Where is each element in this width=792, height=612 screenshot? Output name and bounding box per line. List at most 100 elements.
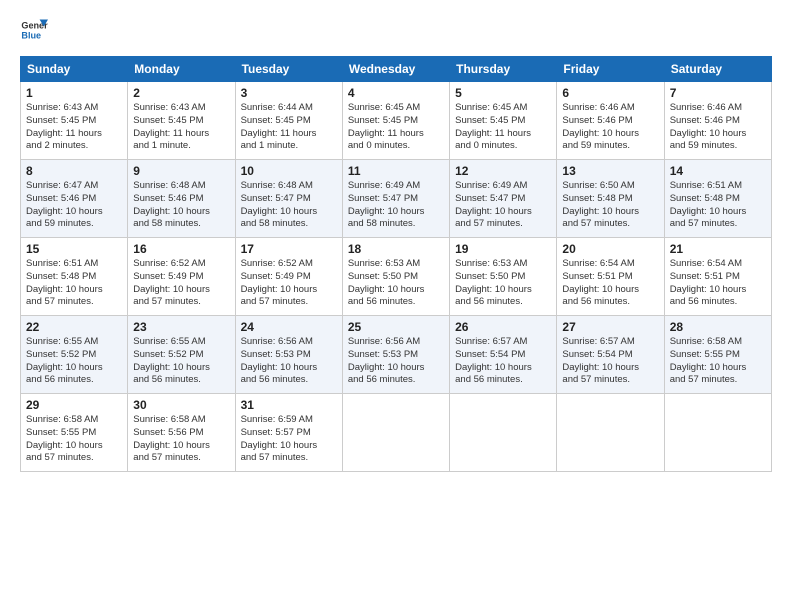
calendar-cell: 23 Sunrise: 6:55 AMSunset: 5:52 PMDayligh… xyxy=(128,316,235,394)
day-info: Sunrise: 6:58 AMSunset: 5:55 PMDaylight:… xyxy=(670,336,766,387)
day-number: 26 xyxy=(455,320,551,334)
day-number: 7 xyxy=(670,86,766,100)
day-number: 4 xyxy=(348,86,444,100)
day-info: Sunrise: 6:54 AMSunset: 5:51 PMDaylight:… xyxy=(562,258,658,309)
day-info: Sunrise: 6:58 AMSunset: 5:56 PMDaylight:… xyxy=(133,414,229,465)
calendar-cell: 6 Sunrise: 6:46 AMSunset: 5:46 PMDaylight… xyxy=(557,82,664,160)
day-info: Sunrise: 6:48 AMSunset: 5:46 PMDaylight:… xyxy=(133,180,229,231)
calendar-week-3: 15 Sunrise: 6:51 AMSunset: 5:48 PMDayligh… xyxy=(21,238,772,316)
day-info: Sunrise: 6:46 AMSunset: 5:46 PMDaylight:… xyxy=(562,102,658,153)
calendar-cell: 24 Sunrise: 6:56 AMSunset: 5:53 PMDayligh… xyxy=(235,316,342,394)
day-info: Sunrise: 6:49 AMSunset: 5:47 PMDaylight:… xyxy=(455,180,551,231)
calendar-cell: 21 Sunrise: 6:54 AMSunset: 5:51 PMDayligh… xyxy=(664,238,771,316)
calendar-cell: 5 Sunrise: 6:45 AMSunset: 5:45 PMDaylight… xyxy=(450,82,557,160)
day-info: Sunrise: 6:43 AMSunset: 5:45 PMDaylight:… xyxy=(133,102,229,153)
day-number: 10 xyxy=(241,164,337,178)
calendar-cell: 15 Sunrise: 6:51 AMSunset: 5:48 PMDayligh… xyxy=(21,238,128,316)
day-number: 11 xyxy=(348,164,444,178)
calendar-cell: 16Sunrise: 6:52 AMSunset: 5:49 PMDayligh… xyxy=(128,238,235,316)
day-number: 5 xyxy=(455,86,551,100)
calendar-cell xyxy=(450,394,557,472)
day-number: 6 xyxy=(562,86,658,100)
day-number: 13 xyxy=(562,164,658,178)
day-info: Sunrise: 6:50 AMSunset: 5:48 PMDaylight:… xyxy=(562,180,658,231)
day-number: 21 xyxy=(670,242,766,256)
svg-text:Blue: Blue xyxy=(21,30,41,40)
calendar-cell: 29 Sunrise: 6:58 AMSunset: 5:55 PMDayligh… xyxy=(21,394,128,472)
day-info: Sunrise: 6:55 AMSunset: 5:52 PMDaylight:… xyxy=(26,336,122,387)
calendar-cell: 8 Sunrise: 6:47 AMSunset: 5:46 PMDaylight… xyxy=(21,160,128,238)
calendar-cell: 18 Sunrise: 6:53 AMSunset: 5:50 PMDayligh… xyxy=(342,238,449,316)
day-number: 18 xyxy=(348,242,444,256)
header-thursday: Thursday xyxy=(450,57,557,82)
day-info: Sunrise: 6:59 AMSunset: 5:57 PMDaylight:… xyxy=(241,414,337,465)
day-info: Sunrise: 6:56 AMSunset: 5:53 PMDaylight:… xyxy=(348,336,444,387)
day-info: Sunrise: 6:47 AMSunset: 5:46 PMDaylight:… xyxy=(26,180,122,231)
header-tuesday: Tuesday xyxy=(235,57,342,82)
day-number: 19 xyxy=(455,242,551,256)
day-info: Sunrise: 6:53 AMSunset: 5:50 PMDaylight:… xyxy=(455,258,551,309)
calendar-cell: 3 Sunrise: 6:44 AMSunset: 5:45 PMDaylight… xyxy=(235,82,342,160)
calendar-cell: 30Sunrise: 6:58 AMSunset: 5:56 PMDayligh… xyxy=(128,394,235,472)
calendar-cell: 22 Sunrise: 6:55 AMSunset: 5:52 PMDayligh… xyxy=(21,316,128,394)
day-number: 9 xyxy=(133,164,229,178)
day-number: 8 xyxy=(26,164,122,178)
calendar-cell: 27Sunrise: 6:57 AMSunset: 5:54 PMDayligh… xyxy=(557,316,664,394)
day-info: Sunrise: 6:51 AMSunset: 5:48 PMDaylight:… xyxy=(670,180,766,231)
day-info: Sunrise: 6:45 AMSunset: 5:45 PMDaylight:… xyxy=(348,102,444,153)
calendar-cell xyxy=(557,394,664,472)
day-info: Sunrise: 6:51 AMSunset: 5:48 PMDaylight:… xyxy=(26,258,122,309)
day-info: Sunrise: 6:44 AMSunset: 5:45 PMDaylight:… xyxy=(241,102,337,153)
header-friday: Friday xyxy=(557,57,664,82)
day-info: Sunrise: 6:54 AMSunset: 5:51 PMDaylight:… xyxy=(670,258,766,309)
day-number: 3 xyxy=(241,86,337,100)
calendar-cell: 31 Sunrise: 6:59 AMSunset: 5:57 PMDayligh… xyxy=(235,394,342,472)
day-number: 14 xyxy=(670,164,766,178)
calendar-cell xyxy=(342,394,449,472)
day-info: Sunrise: 6:56 AMSunset: 5:53 PMDaylight:… xyxy=(241,336,337,387)
day-number: 28 xyxy=(670,320,766,334)
calendar-cell: 10 Sunrise: 6:48 AMSunset: 5:47 PMDayligh… xyxy=(235,160,342,238)
calendar-cell: 11Sunrise: 6:49 AMSunset: 5:47 PMDayligh… xyxy=(342,160,449,238)
header-monday: Monday xyxy=(128,57,235,82)
logo-icon: General Blue xyxy=(20,16,48,44)
calendar-cell: 25 Sunrise: 6:56 AMSunset: 5:53 PMDayligh… xyxy=(342,316,449,394)
day-number: 17 xyxy=(241,242,337,256)
day-info: Sunrise: 6:53 AMSunset: 5:50 PMDaylight:… xyxy=(348,258,444,309)
day-number: 22 xyxy=(26,320,122,334)
calendar-cell: 17 Sunrise: 6:52 AMSunset: 5:49 PMDayligh… xyxy=(235,238,342,316)
logo: General Blue xyxy=(20,16,48,44)
day-info: Sunrise: 6:57 AMSunset: 5:54 PMDaylight:… xyxy=(455,336,551,387)
day-number: 25 xyxy=(348,320,444,334)
calendar-header-row: SundayMondayTuesdayWednesdayThursdayFrid… xyxy=(21,57,772,82)
day-number: 24 xyxy=(241,320,337,334)
day-info: Sunrise: 6:52 AMSunset: 5:49 PMDaylight:… xyxy=(133,258,229,309)
calendar-cell: 20 Sunrise: 6:54 AMSunset: 5:51 PMDayligh… xyxy=(557,238,664,316)
calendar-week-2: 8 Sunrise: 6:47 AMSunset: 5:46 PMDaylight… xyxy=(21,160,772,238)
calendar-week-1: 1 Sunrise: 6:43 AMSunset: 5:45 PMDaylight… xyxy=(21,82,772,160)
day-number: 31 xyxy=(241,398,337,412)
day-info: Sunrise: 6:55 AMSunset: 5:52 PMDaylight:… xyxy=(133,336,229,387)
calendar-cell: 4 Sunrise: 6:45 AMSunset: 5:45 PMDaylight… xyxy=(342,82,449,160)
day-number: 12 xyxy=(455,164,551,178)
day-number: 23 xyxy=(133,320,229,334)
calendar-cell: 13 Sunrise: 6:50 AMSunset: 5:48 PMDayligh… xyxy=(557,160,664,238)
day-number: 15 xyxy=(26,242,122,256)
day-number: 29 xyxy=(26,398,122,412)
day-number: 20 xyxy=(562,242,658,256)
header: General Blue xyxy=(20,16,772,44)
calendar-cell: 9 Sunrise: 6:48 AMSunset: 5:46 PMDaylight… xyxy=(128,160,235,238)
calendar-cell: 26 Sunrise: 6:57 AMSunset: 5:54 PMDayligh… xyxy=(450,316,557,394)
calendar-week-5: 29 Sunrise: 6:58 AMSunset: 5:55 PMDayligh… xyxy=(21,394,772,472)
day-info: Sunrise: 6:58 AMSunset: 5:55 PMDaylight:… xyxy=(26,414,122,465)
header-saturday: Saturday xyxy=(664,57,771,82)
day-number: 1 xyxy=(26,86,122,100)
calendar-cell: 28 Sunrise: 6:58 AMSunset: 5:55 PMDayligh… xyxy=(664,316,771,394)
calendar-table: SundayMondayTuesdayWednesdayThursdayFrid… xyxy=(20,56,772,472)
calendar-cell: 14 Sunrise: 6:51 AMSunset: 5:48 PMDayligh… xyxy=(664,160,771,238)
day-info: Sunrise: 6:45 AMSunset: 5:45 PMDaylight:… xyxy=(455,102,551,153)
day-info: Sunrise: 6:52 AMSunset: 5:49 PMDaylight:… xyxy=(241,258,337,309)
day-info: Sunrise: 6:57 AMSunset: 5:54 PMDaylight:… xyxy=(562,336,658,387)
day-info: Sunrise: 6:48 AMSunset: 5:47 PMDaylight:… xyxy=(241,180,337,231)
calendar-cell: 1Sunrise: 6:43 AMSunset: 5:45 PMDaylight… xyxy=(21,82,128,160)
